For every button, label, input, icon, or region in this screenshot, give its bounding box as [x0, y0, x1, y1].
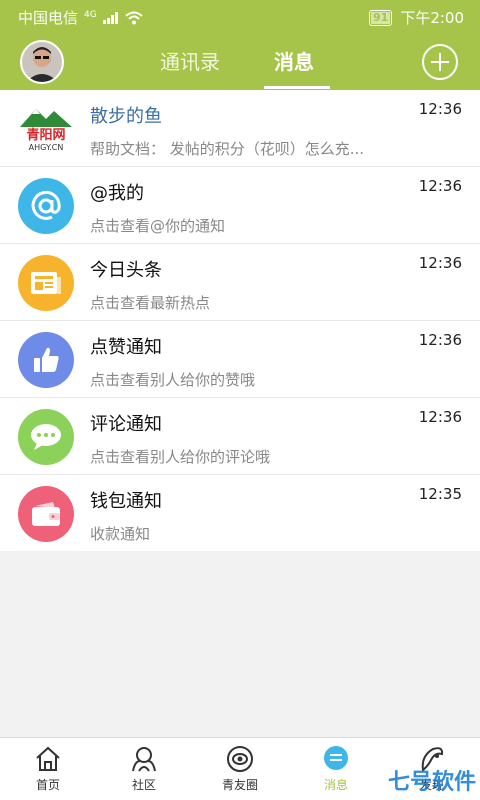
signal-icon	[102, 11, 118, 24]
thumbs-up-icon	[18, 332, 74, 388]
app-header: 通讯录 消息	[0, 32, 480, 90]
message-time: 12:35	[418, 485, 462, 503]
message-title: 今日头条	[90, 260, 162, 281]
tab-messages[interactable]: 消息	[274, 46, 314, 75]
status-bar: 中国电信 4G 91 下午2:00	[0, 0, 480, 32]
message-time: 12:36	[418, 331, 462, 349]
message-row-wallet[interactable]: 钱包通知 收款通知 12:35	[0, 475, 480, 551]
comment-icon	[18, 409, 74, 465]
nav-community[interactable]: 社区	[96, 738, 192, 800]
message-subtitle: 收款通知	[90, 525, 151, 543]
nav-label: 消息	[323, 778, 348, 792]
message-row-sanbu[interactable]: 青阳网 AHGY.CN 散步的鱼 帮助文档： 发帖的积分（花呗）怎么充... 1…	[0, 90, 480, 167]
at-icon	[18, 178, 74, 234]
message-list: 青阳网 AHGY.CN 散步的鱼 帮助文档： 发帖的积分（花呗）怎么充... 1…	[0, 90, 480, 551]
message-title: 钱包通知	[90, 491, 162, 512]
message-row-comments[interactable]: 评论通知 点击查看别人给你的评论哦 12:36	[0, 398, 480, 475]
nav-label: 社区	[131, 778, 156, 792]
avatar[interactable]	[20, 40, 64, 84]
message-icon	[324, 746, 348, 770]
message-subtitle: 点击查看最新热点	[90, 294, 211, 312]
message-subtitle: 点击查看别人给你的评论哦	[90, 448, 271, 466]
qingyang-logo: 青阳网 AHGY.CN	[18, 101, 74, 157]
bottom-nav: 首页 社区 青友圈 消息 发现 七号软件	[0, 737, 480, 800]
message-row-headlines[interactable]: 今日头条 点击查看最新热点 12:36	[0, 244, 480, 321]
message-time: 12:36	[418, 100, 462, 118]
message-subtitle: 点击查看@你的通知	[90, 217, 226, 235]
message-time: 12:36	[418, 408, 462, 426]
home-icon	[36, 746, 60, 771]
nav-messages[interactable]: 消息	[288, 738, 384, 800]
message-subtitle: 点击查看别人给你的赞哦	[90, 371, 256, 389]
newspaper-icon	[18, 255, 74, 311]
logo-subtext: AHGY.CN	[28, 143, 64, 152]
message-row-at-me[interactable]: @我的 点击查看@你的通知 12:36	[0, 167, 480, 244]
moments-icon	[227, 746, 253, 772]
message-subtitle: 帮助文档： 发帖的积分（花呗）怎么充...	[90, 140, 365, 158]
add-button[interactable]	[422, 44, 458, 80]
carrier-label: 中国电信	[18, 9, 79, 27]
message-title: 评论通知	[90, 414, 162, 435]
logo-text: 青阳网	[26, 128, 66, 143]
battery-level: 91	[373, 10, 389, 24]
message-title: 散步的鱼	[90, 106, 162, 127]
watermark: 七号软件	[387, 770, 476, 795]
message-title: @我的	[90, 183, 144, 204]
network-label: 4G	[84, 9, 97, 20]
nav-label: 首页	[35, 778, 60, 792]
message-time: 12:36	[418, 177, 462, 195]
mountain-icon	[20, 109, 72, 127]
nav-home[interactable]: 首页	[0, 738, 96, 800]
active-tab-indicator	[264, 86, 330, 89]
battery-indicator: 91	[369, 9, 393, 26]
clock: 下午2:00	[400, 9, 464, 27]
wifi-icon	[125, 11, 143, 24]
message-time: 12:36	[418, 254, 462, 272]
nav-moments[interactable]: 青友圈	[192, 738, 288, 800]
message-row-likes[interactable]: 点赞通知 点击查看别人给你的赞哦 12:36	[0, 321, 480, 398]
wallet-icon	[18, 486, 74, 542]
tab-contacts[interactable]: 通讯录	[160, 46, 220, 75]
community-icon	[132, 747, 156, 772]
message-title: 点赞通知	[90, 337, 162, 358]
nav-label: 青友圈	[221, 778, 258, 792]
